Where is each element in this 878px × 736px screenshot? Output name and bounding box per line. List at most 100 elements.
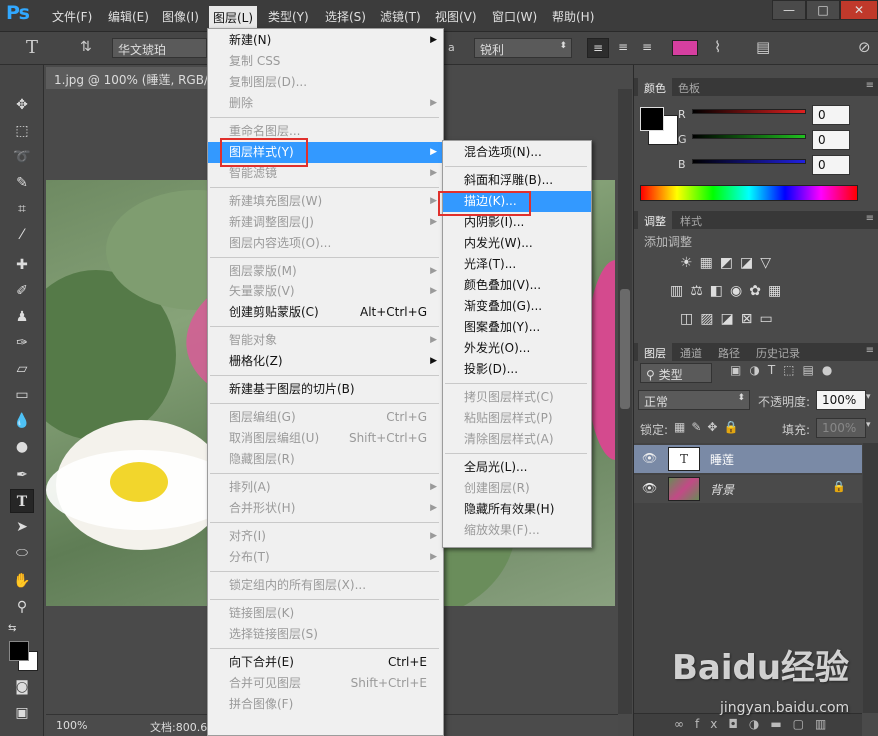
panel-menu-icon[interactable]: ≡ bbox=[866, 80, 874, 91]
foreground-color-swatch[interactable] bbox=[9, 641, 29, 661]
blend-mode-select[interactable]: 正常 ⬍ bbox=[638, 390, 750, 410]
menu-select[interactable]: 选择(S) bbox=[325, 8, 366, 26]
layer-menu-item[interactable]: 图层蒙版(M) ▶ bbox=[208, 261, 443, 282]
layer-menu-item[interactable]: 向下合并(E) Ctrl+E bbox=[208, 652, 443, 673]
adjustment-icons-row-2[interactable]: ▥⚖◧◉✿▦ bbox=[670, 283, 788, 299]
character-panel-icon[interactable]: ▤ bbox=[756, 38, 770, 56]
channel-g-slider[interactable] bbox=[692, 134, 806, 139]
tab-paths[interactable]: 路径 bbox=[712, 343, 746, 361]
style-menu-item[interactable]: 全局光(L)... bbox=[443, 457, 591, 478]
color-spectrum-bar[interactable] bbox=[640, 185, 858, 201]
tab-history[interactable]: 历史记录 bbox=[750, 343, 806, 361]
layer-menu-item[interactable]: 新建调整图层(J) ▶ bbox=[208, 212, 443, 233]
style-menu-item[interactable]: 颜色叠加(V)... bbox=[443, 275, 591, 296]
lasso-tool-icon[interactable]: ➰ bbox=[10, 145, 34, 169]
text-color-swatch[interactable] bbox=[672, 40, 698, 56]
threshold-icon[interactable]: ◪ bbox=[720, 311, 740, 327]
layer-menu-item[interactable]: 分布(T) ▶ bbox=[208, 547, 443, 568]
document-scrollbar[interactable] bbox=[618, 89, 632, 714]
history-brush-tool-icon[interactable]: ✑ bbox=[10, 331, 34, 355]
layer-menu-item[interactable]: 新建基于图层的切片(B) bbox=[208, 379, 443, 400]
warp-text-icon[interactable]: ⌇ bbox=[714, 38, 721, 56]
hue-saturation-icon[interactable]: ▥ bbox=[670, 283, 690, 299]
color-balance-icon[interactable]: ⚖ bbox=[690, 283, 710, 299]
new-layer-icon[interactable]: ▢ bbox=[793, 717, 815, 731]
posterize-icon[interactable]: ▨ bbox=[700, 311, 720, 327]
new-group-icon[interactable]: ▬ bbox=[770, 717, 792, 731]
vibrance-icon[interactable]: ▽ bbox=[760, 255, 778, 271]
menu-help[interactable]: 帮助(H) bbox=[552, 8, 594, 26]
lock-transparency-icon[interactable]: ▦ bbox=[674, 420, 691, 434]
pen-tool-icon[interactable]: ✒ bbox=[10, 463, 34, 487]
tab-adjustments[interactable]: 调整 bbox=[638, 211, 672, 229]
delete-layer-icon[interactable]: ▥ bbox=[815, 717, 837, 731]
tab-channels[interactable]: 通道 bbox=[674, 343, 708, 361]
channel-b-value[interactable]: 0 bbox=[812, 155, 850, 175]
tab-styles[interactable]: 样式 bbox=[674, 211, 708, 229]
style-menu-item[interactable]: 斜面和浮雕(B)... bbox=[443, 170, 591, 191]
layer-menu-item[interactable]: 拼合图像(F) bbox=[208, 694, 443, 715]
selective-color-icon[interactable]: ⊠ bbox=[741, 311, 760, 327]
layer-menu-item[interactable]: 合并形状(H) ▶ bbox=[208, 498, 443, 519]
layer-row-background[interactable]: 👁 背景 🔒 bbox=[634, 475, 862, 503]
lock-all-icon[interactable]: 🔒 bbox=[723, 420, 744, 434]
gradient-map-icon[interactable]: ▭ bbox=[759, 311, 779, 327]
black-white-icon[interactable]: ◧ bbox=[710, 283, 730, 299]
channel-r-value[interactable]: 0 bbox=[812, 105, 850, 125]
filter-shape-icon[interactable]: ⬚ bbox=[783, 363, 802, 377]
zoom-level[interactable]: 100% bbox=[56, 719, 87, 732]
layer-menu-item[interactable]: 栅格化(Z) ▶ bbox=[208, 351, 443, 372]
document-tab[interactable]: 1.jpg @ 100% (睡莲, RGB/8 bbox=[46, 67, 216, 89]
quick-select-tool-icon[interactable]: ✎ bbox=[10, 171, 34, 195]
style-menu-item[interactable]: 内发光(W)... bbox=[443, 233, 591, 254]
style-menu-item[interactable]: 粘贴图层样式(P) bbox=[443, 408, 591, 429]
style-menu-item[interactable]: 渐变叠加(G)... bbox=[443, 296, 591, 317]
brightness-icon[interactable]: ☀ bbox=[680, 255, 700, 271]
layer-menu-item[interactable]: 创建剪贴蒙版(C) Alt+Ctrl+G bbox=[208, 302, 443, 323]
antialias-select[interactable]: 锐利 ⬍ bbox=[474, 38, 572, 58]
tab-layers[interactable]: 图层 bbox=[638, 343, 672, 361]
channel-r-slider[interactable] bbox=[692, 109, 806, 114]
style-menu-item[interactable]: 缩放效果(F)... bbox=[443, 520, 591, 541]
move-tool-icon[interactable]: ✥ bbox=[10, 93, 34, 117]
layer-name[interactable]: 背景 bbox=[710, 481, 734, 498]
align-center-button[interactable]: ≡ bbox=[612, 38, 634, 58]
quick-mask-icon[interactable]: ◙ bbox=[10, 675, 34, 699]
opacity-input[interactable]: 100% bbox=[816, 390, 866, 410]
curves-icon[interactable]: ◩ bbox=[720, 255, 740, 271]
menu-type[interactable]: 类型(Y) bbox=[268, 8, 309, 26]
lock-pixels-icon[interactable]: ✎ bbox=[691, 420, 707, 434]
ellipse-tool-icon[interactable]: ⬭ bbox=[10, 541, 34, 565]
minimize-button[interactable]: — bbox=[772, 0, 806, 20]
color-lookup-icon[interactable]: ▦ bbox=[768, 283, 788, 299]
layer-menu-item[interactable]: 删除 ▶ bbox=[208, 93, 443, 114]
tab-swatches[interactable]: 色板 bbox=[672, 78, 706, 96]
layer-filter-select[interactable]: ⚲ 类型 bbox=[640, 363, 712, 383]
layer-menu-item[interactable]: 复制 CSS bbox=[208, 51, 443, 72]
filter-toggle-icon[interactable]: ● bbox=[822, 363, 840, 377]
levels-icon[interactable]: ▦ bbox=[700, 255, 720, 271]
type-tool-icon[interactable]: T bbox=[26, 37, 38, 58]
gradient-tool-icon[interactable]: ▭ bbox=[10, 383, 34, 407]
filter-smart-icon[interactable]: ▤ bbox=[803, 363, 822, 377]
layer-name[interactable]: 睡莲 bbox=[710, 451, 734, 468]
marquee-tool-icon[interactable]: ⬚ bbox=[10, 119, 34, 143]
menu-layer[interactable]: 图层(L) bbox=[209, 6, 258, 28]
adjustment-layer-icon[interactable]: ◑ bbox=[749, 717, 770, 731]
style-menu-item[interactable]: 拷贝图层样式(C) bbox=[443, 387, 591, 408]
blur-tool-icon[interactable]: 💧 bbox=[10, 409, 34, 433]
style-menu-item[interactable]: 外发光(O)... bbox=[443, 338, 591, 359]
eraser-tool-icon[interactable]: ▱ bbox=[10, 357, 34, 381]
layer-menu-item[interactable]: 对齐(I) ▶ bbox=[208, 526, 443, 547]
menu-image[interactable]: 图像(I) bbox=[162, 8, 199, 26]
style-menu-item[interactable]: 清除图层样式(A) bbox=[443, 429, 591, 450]
layer-menu-item[interactable]: 新建填充图层(W) ▶ bbox=[208, 191, 443, 212]
layer-menu-item[interactable]: 选择链接图层(S) bbox=[208, 624, 443, 645]
opacity-dropdown-icon[interactable]: ▾ bbox=[866, 392, 871, 402]
hand-tool-icon[interactable]: ✋ bbox=[10, 569, 34, 593]
layer-menu-item[interactable]: 图层内容选项(O)... bbox=[208, 233, 443, 254]
add-mask-icon[interactable]: ◘ bbox=[728, 717, 749, 731]
adjustment-icons-row-3[interactable]: ◫▨◪⊠▭ bbox=[680, 311, 780, 327]
exposure-icon[interactable]: ◪ bbox=[740, 255, 760, 271]
align-right-button[interactable]: ≡ bbox=[636, 38, 658, 58]
